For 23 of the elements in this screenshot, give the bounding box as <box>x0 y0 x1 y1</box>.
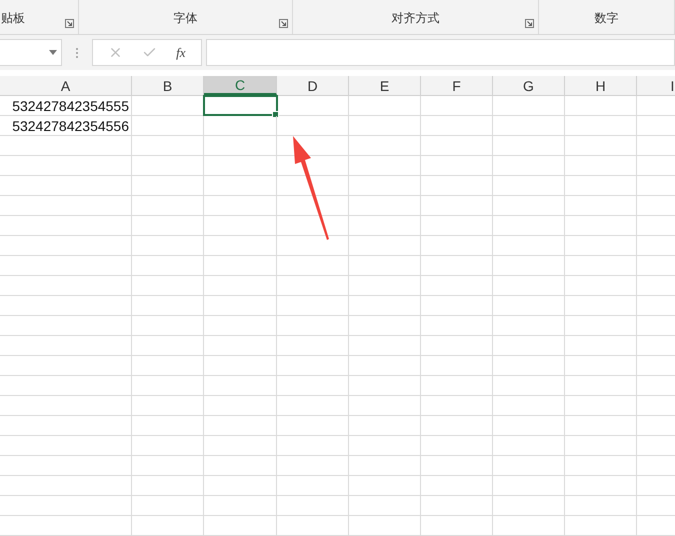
column-header[interactable]: H <box>565 76 637 95</box>
ribbon-group-label: 数字 <box>594 10 618 27</box>
table-cell[interactable]: 532427842354556 <box>0 116 132 135</box>
column-header[interactable]: C <box>204 76 277 95</box>
ribbon-group-label: 字体 <box>174 10 198 27</box>
column-header[interactable]: D <box>277 76 349 95</box>
table-cell[interactable]: 532427842354555 <box>0 96 132 115</box>
active-cell[interactable] <box>204 96 277 115</box>
insert-function-button[interactable]: fx <box>176 44 186 60</box>
column-header[interactable]: A <box>0 76 132 95</box>
column-header[interactable]: F <box>421 76 493 95</box>
dropdown-caret-icon[interactable] <box>49 50 57 55</box>
dialog-launcher-icon[interactable] <box>525 19 534 28</box>
column-header[interactable]: E <box>349 76 421 95</box>
fill-handle[interactable] <box>272 111 279 118</box>
column-header[interactable]: G <box>493 76 565 95</box>
dialog-launcher-icon[interactable] <box>65 19 74 28</box>
formula-input[interactable] <box>206 39 675 66</box>
column-header[interactable]: I <box>637 76 675 95</box>
ribbon-group-label: 贴板 <box>1 10 25 27</box>
ribbon-group-label: 对齐方式 <box>392 10 440 27</box>
dialog-launcher-icon[interactable] <box>279 19 288 28</box>
drag-handle-icon[interactable] <box>75 46 79 58</box>
